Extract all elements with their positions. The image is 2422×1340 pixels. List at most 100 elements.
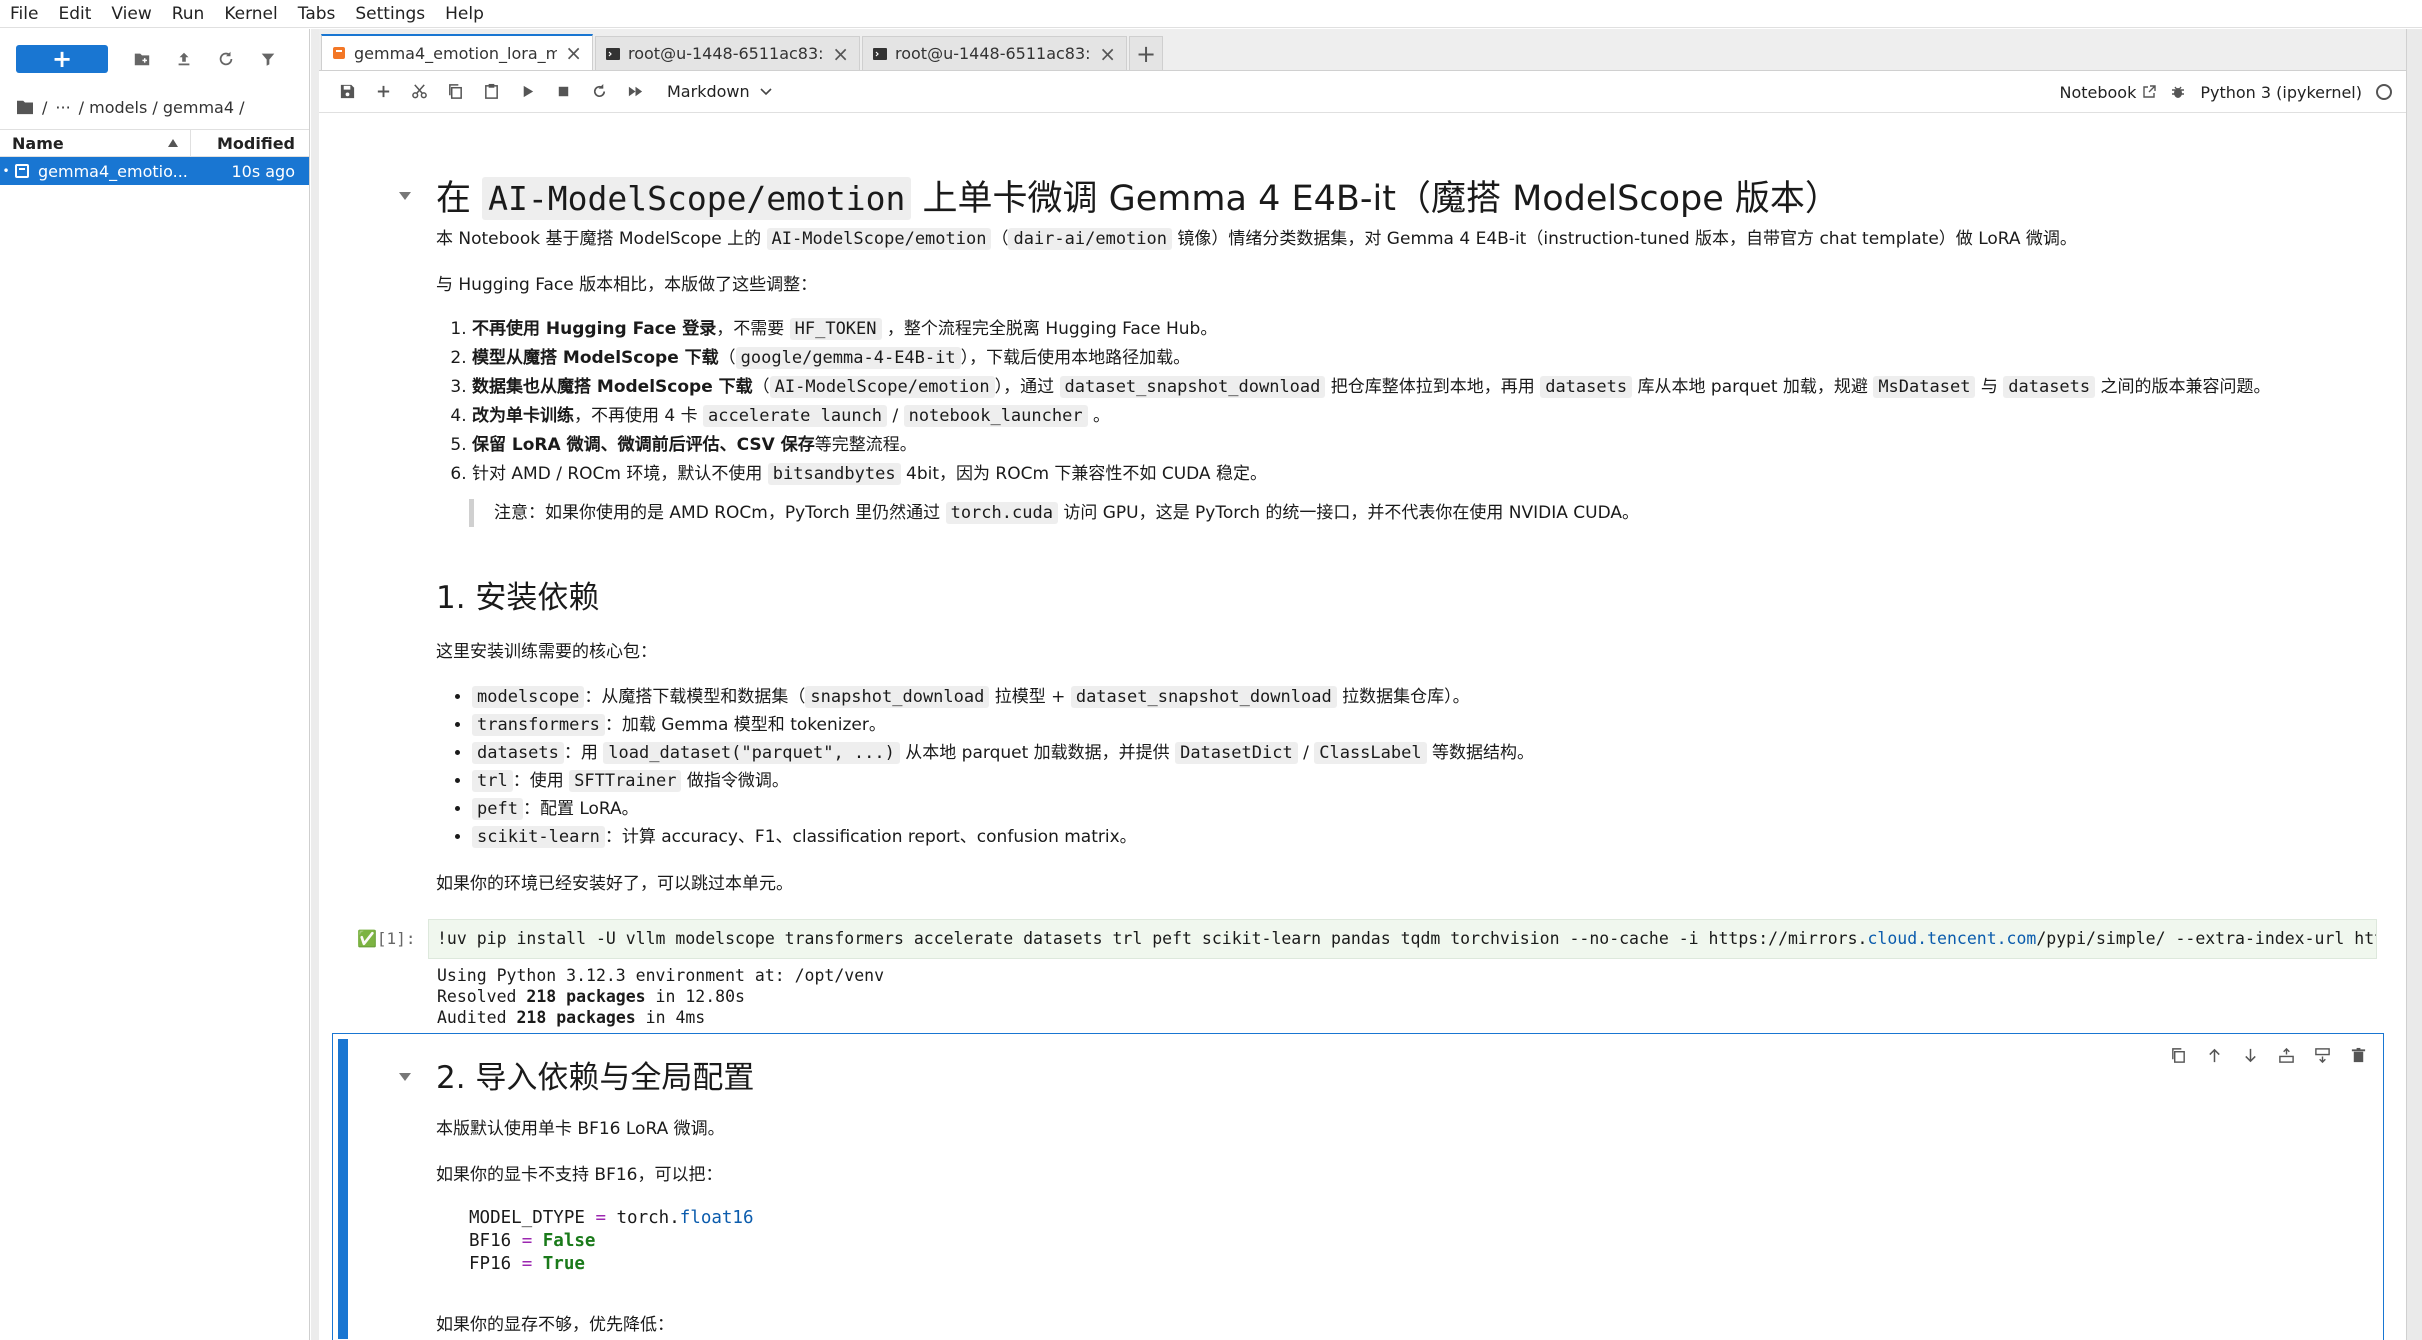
active-cell-indicator	[338, 1039, 348, 1339]
note-blockquote: 注意：如果你使用的是 AMD ROCm，PyTorch 里仍然通过 torch.…	[469, 499, 2379, 527]
panel-splitter[interactable]	[311, 29, 319, 1340]
menu-run[interactable]: Run	[162, 0, 215, 28]
list-item: 针对 AMD / ROCm 环境，默认不使用 bitsandbytes 4bit…	[472, 460, 2386, 489]
list-item: scikit-learn：计算 accuracy、F1、classificati…	[472, 823, 2386, 851]
breadcrumb: / ··· / models / gemma4 /	[0, 89, 309, 125]
menu-settings[interactable]: Settings	[345, 0, 435, 28]
list-item: 不再使用 Hugging Face 登录，不需要 HF_TOKEN ，整个流程完…	[472, 315, 2386, 344]
file-list-item[interactable]: • gemma4_emotio... 10s ago	[0, 157, 309, 185]
collapse-heading-icon[interactable]	[399, 192, 411, 200]
upload-icon[interactable]	[166, 41, 202, 77]
list-item: datasets：用 load_dataset("parquet", ...) …	[472, 739, 2386, 767]
column-name-header[interactable]: Name	[0, 130, 191, 156]
breadcrumb-root[interactable]: /	[42, 98, 47, 117]
section-heading-import: 2. 导入依赖与全局配置	[436, 1060, 755, 1096]
list-item: trl：使用 SFTTrainer 做指令微调。	[472, 767, 2386, 795]
breadcrumb-ellipsis[interactable]: ···	[55, 98, 70, 117]
code-output: Using Python 3.12.3 environment at: /opt…	[437, 966, 885, 1027]
list-item: 模型从魔搭 ModelScope 下载（google/gemma-4-E4B-i…	[472, 344, 2386, 373]
kernel-name[interactable]: Python 3 (ipykernel)	[2200, 83, 2362, 102]
title-code: AI-ModelScope/emotion	[482, 177, 912, 220]
notebook-content: 在 AI-ModelScope/emotion 上单卡微调 Gemma 4 E4…	[319, 115, 2406, 1340]
list-item: transformers：加载 Gemma 模型和 tokenizer。	[472, 711, 2386, 739]
notebook-label[interactable]: Notebook	[2059, 82, 2157, 102]
add-tab-button[interactable]: +	[1129, 36, 1163, 70]
stop-icon[interactable]	[545, 76, 581, 108]
list-item: modelscope：从魔搭下载模型和数据集（snapshot_download…	[472, 683, 2386, 711]
run-icon[interactable]	[509, 76, 545, 108]
check-icon: ✅	[357, 929, 377, 948]
tab-label: gemma4_emotion_lora_moc	[354, 43, 558, 63]
file-browser: + / ··· / models / gemma4 / Name Modifie…	[0, 29, 310, 1340]
tab-label: root@u-1448-6511ac83: ~	[895, 44, 1092, 63]
cell-type-dropdown[interactable]: Markdown	[667, 82, 772, 101]
refresh-icon[interactable]	[208, 41, 244, 77]
code-input[interactable]: !uv pip install -U vllm modelscope trans…	[428, 919, 2377, 959]
paste-icon[interactable]	[473, 76, 509, 108]
list-item: peft：配置 LoRA。	[472, 795, 2386, 823]
external-link-icon	[2143, 85, 2157, 98]
menu-view[interactable]: View	[101, 0, 161, 28]
file-name: gemma4_emotio...	[38, 161, 188, 181]
bf16-description: 本版默认使用单卡 BF16 LoRA 微调。	[436, 1119, 725, 1139]
notebook-label-text: Notebook	[2059, 82, 2137, 102]
tab-terminal-1[interactable]: root@u-1448-6511ac83: ~ ×	[595, 36, 860, 70]
tab-terminal-2[interactable]: root@u-1448-6511ac83: ~ ×	[862, 36, 1127, 70]
file-browser-toolbar: +	[0, 29, 309, 89]
list-item: 保留 LoRA 微调、微调前后评估、CSV 保存等完整流程。	[472, 431, 2386, 460]
code-block: MODEL_DTYPE = torch.float16 BF16 = False F…	[469, 1208, 754, 1274]
chevron-down-icon	[760, 87, 772, 95]
install-skip-note: 如果你的环境已经安装好了，可以跳过本单元。	[436, 874, 793, 894]
column-name-label: Name	[12, 133, 64, 153]
insert-cell-icon[interactable]	[365, 76, 401, 108]
debugger-bug-icon[interactable]	[2170, 84, 2186, 100]
bf16-alternative: 如果你的显卡不支持 BF16，可以把：	[436, 1165, 723, 1185]
close-icon[interactable]: ×	[565, 41, 582, 65]
changes-list: 不再使用 Hugging Face 登录，不需要 HF_TOKEN ，整个流程完…	[436, 315, 2386, 489]
file-modified: 10s ago	[231, 161, 295, 181]
notebook-toolbar-right: Notebook Python 3 (ipykernel)	[2059, 71, 2392, 113]
folder-icon[interactable]	[16, 99, 34, 115]
sort-up-icon	[168, 139, 178, 147]
close-icon[interactable]: ×	[1099, 42, 1116, 66]
restart-icon[interactable]	[581, 76, 617, 108]
menu-kernel[interactable]: Kernel	[214, 0, 287, 28]
list-item: 改为单卡训练，不再使用 4 卡 accelerate launch / note…	[472, 402, 2386, 431]
menu-tabs[interactable]: Tabs	[288, 0, 346, 28]
right-sidebar-rail[interactable]	[2406, 29, 2422, 1340]
collapse-heading-icon[interactable]	[399, 1073, 411, 1081]
running-dot-icon: •	[2, 164, 10, 178]
main-area: gemma4_emotion_lora_moc × root@u-1448-65…	[319, 29, 2406, 1340]
run-all-icon[interactable]	[617, 76, 653, 108]
cell-type-value: Markdown	[667, 82, 750, 101]
copy-icon[interactable]	[437, 76, 473, 108]
close-icon[interactable]: ×	[832, 42, 849, 66]
new-folder-icon[interactable]	[124, 41, 160, 77]
menu-edit[interactable]: Edit	[48, 0, 101, 28]
install-description: 这里安装训练需要的核心包：	[436, 642, 657, 662]
section-heading-install: 1. 安装依赖	[436, 580, 600, 616]
filter-icon[interactable]	[250, 41, 286, 77]
cut-icon[interactable]	[401, 76, 437, 108]
tab-notebook[interactable]: gemma4_emotion_lora_moc ×	[321, 34, 593, 70]
menu-bar: File Edit View Run Kernel Tabs Settings …	[0, 0, 2422, 28]
vram-note: 如果你的显存不够，优先降低：	[436, 1315, 674, 1335]
breadcrumb-path[interactable]: / models / gemma4 /	[79, 98, 245, 117]
title-prefix: 在	[436, 179, 472, 219]
save-icon[interactable]	[329, 76, 365, 108]
terminal-icon	[606, 47, 620, 60]
notebook-icon	[15, 164, 29, 178]
kernel-status-icon	[2376, 84, 2392, 100]
notebook-title: 在 AI-ModelScope/emotion 上单卡微调 Gemma 4 E4…	[436, 175, 2386, 223]
column-modified-header[interactable]: Modified	[191, 134, 309, 153]
tab-label: root@u-1448-6511ac83: ~	[628, 44, 825, 63]
packages-list: modelscope：从魔搭下载模型和数据集（snapshot_download…	[436, 683, 2386, 851]
new-launcher-button[interactable]: +	[16, 45, 108, 73]
compare-paragraph: 与 Hugging Face 版本相比，本版做了这些调整：	[436, 275, 818, 295]
execution-prompt: ✅[1]:	[357, 929, 416, 948]
notebook-tab-icon	[333, 47, 345, 59]
file-list-header: Name Modified	[0, 129, 309, 157]
menu-file[interactable]: File	[0, 0, 48, 28]
intro-paragraph: 本 Notebook 基于魔搭 ModelScope 上的 AI-ModelSc…	[436, 228, 2077, 250]
menu-help[interactable]: Help	[435, 0, 494, 28]
